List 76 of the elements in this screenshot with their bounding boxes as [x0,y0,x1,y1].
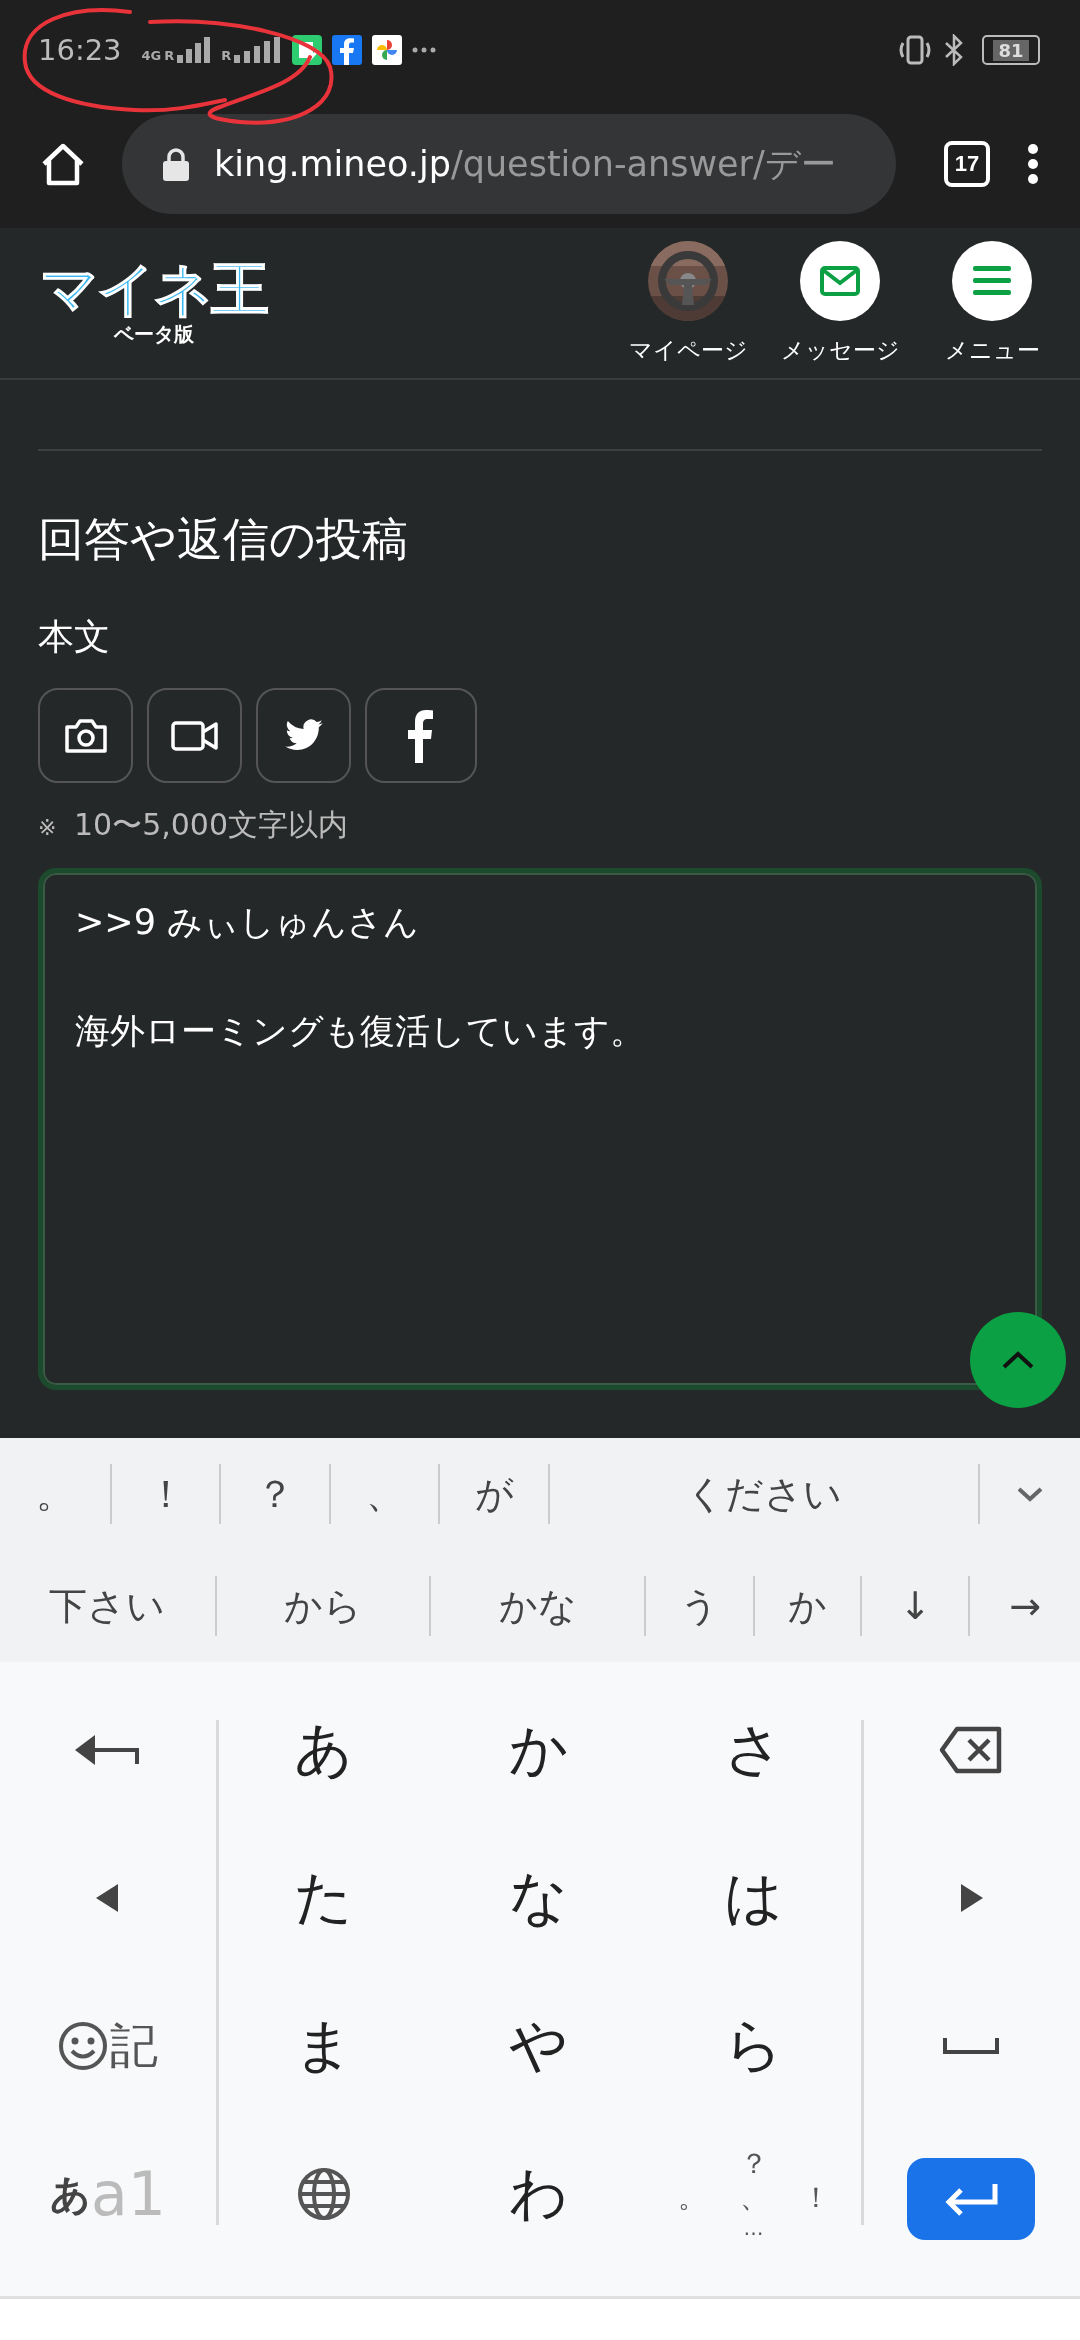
kana-key[interactable]: ま [286,1999,361,2093]
menu-icon[interactable] [1026,143,1040,185]
bluetooth-icon [944,34,964,66]
pinwheel-icon [372,35,403,65]
facebook-button[interactable] [365,688,477,783]
suggestion-item[interactable]: ？ [221,1438,329,1550]
nav-item[interactable]: メッセージ [764,240,916,366]
nav-label: マイページ [628,335,748,365]
network-label: 4G [141,48,162,63]
input-mode-key[interactable]: あa1 [42,2151,174,2237]
suggestion-item[interactable]: 。 [0,1438,110,1550]
nav-label: メッセージ [780,335,900,365]
undo-arrow-icon [75,1733,141,1767]
kana-key[interactable]: か [501,1703,576,1797]
kana-key[interactable]: ら [716,1999,791,2093]
nav-item[interactable]: メニュー [916,240,1068,366]
kana-key[interactable]: あ [286,1703,361,1797]
punctuation-key[interactable]: ？ 。 、 ！ … [669,2142,838,2246]
battery-level: 81 [993,39,1029,61]
suggestion-item[interactable]: か [754,1550,861,1662]
nav-label: メニュー [944,335,1040,365]
roaming-label: R [164,48,175,63]
left-triangle-icon [96,1884,120,1912]
suggestion-item[interactable]: → [970,1550,1080,1662]
expand-icon[interactable] [1016,1486,1044,1502]
camera-icon [63,717,108,754]
home-icon[interactable] [40,142,86,186]
backspace-icon [938,1726,1003,1774]
text-line: 海外ローミングも復活しています。 [75,1010,646,1054]
chevron-up-icon [1001,1350,1035,1370]
kana-key[interactable]: な [501,1851,576,1945]
text-line: >>9 みぃしゅんさん [75,901,421,944]
suggestion-item[interactable]: 、 [331,1438,438,1550]
kana-key[interactable]: は [716,1851,791,1945]
right-triangle-icon [958,1884,983,1912]
lock-icon [162,147,190,181]
menu-icon [973,265,1011,296]
mail-icon [820,265,860,296]
beta-label: ベータ版 [113,321,194,349]
kana-key[interactable]: や [501,1999,576,2093]
section-title: 回答や返信の投稿 [38,511,409,568]
facebook-icon [332,35,363,65]
enter-key[interactable] [906,2158,1035,2240]
field-label: 本文 [38,615,111,659]
suggestion-item[interactable]: ↓ [862,1550,969,1662]
kana-key[interactable]: わ [501,2147,576,2241]
signal-icon [234,37,283,63]
kana-key[interactable]: た [286,1851,361,1945]
roaming-label: R [221,48,232,63]
nav-item[interactable]: マイページ [612,240,764,366]
suggestion-item[interactable]: 下さい [0,1550,215,1662]
suggestion-item[interactable]: から [216,1550,430,1662]
suggestion-item[interactable]: ください [550,1438,978,1550]
url-text: king.mineo.jp/question-answer/デー [214,142,836,186]
kana-key[interactable]: さ [716,1703,791,1797]
signal-icon [177,37,212,63]
globe-icon [296,2167,351,2221]
twitter-button[interactable] [256,688,351,783]
smiley-icon [58,2021,108,2071]
site-logo[interactable]: マイネ王 [40,257,267,322]
length-note: ※ 10〜5,000文字以内 [38,806,350,844]
address-bar[interactable]: king.mineo.jp/question-answer/デー [122,114,896,214]
suggestion-item[interactable]: かな [431,1550,644,1662]
facebook-icon [407,708,435,763]
camera-button[interactable] [38,688,133,783]
emoji-symbol-key[interactable]: 記 [50,2006,166,2086]
suggestion-item[interactable]: う [645,1550,753,1662]
more-icon [412,47,437,53]
video-camera-icon [170,720,219,751]
tab-count-button[interactable]: 17 [944,141,990,187]
reply-text-area[interactable]: >>9 みぃしゅんさん 海外ローミングも復活しています。 [38,868,1042,1390]
status-time: 16:23 [38,33,122,67]
video-button[interactable] [147,688,242,783]
suggestion-item[interactable]: ！ [112,1438,219,1550]
space-icon [942,2038,999,2054]
suggestion-item[interactable]: が [440,1438,548,1550]
